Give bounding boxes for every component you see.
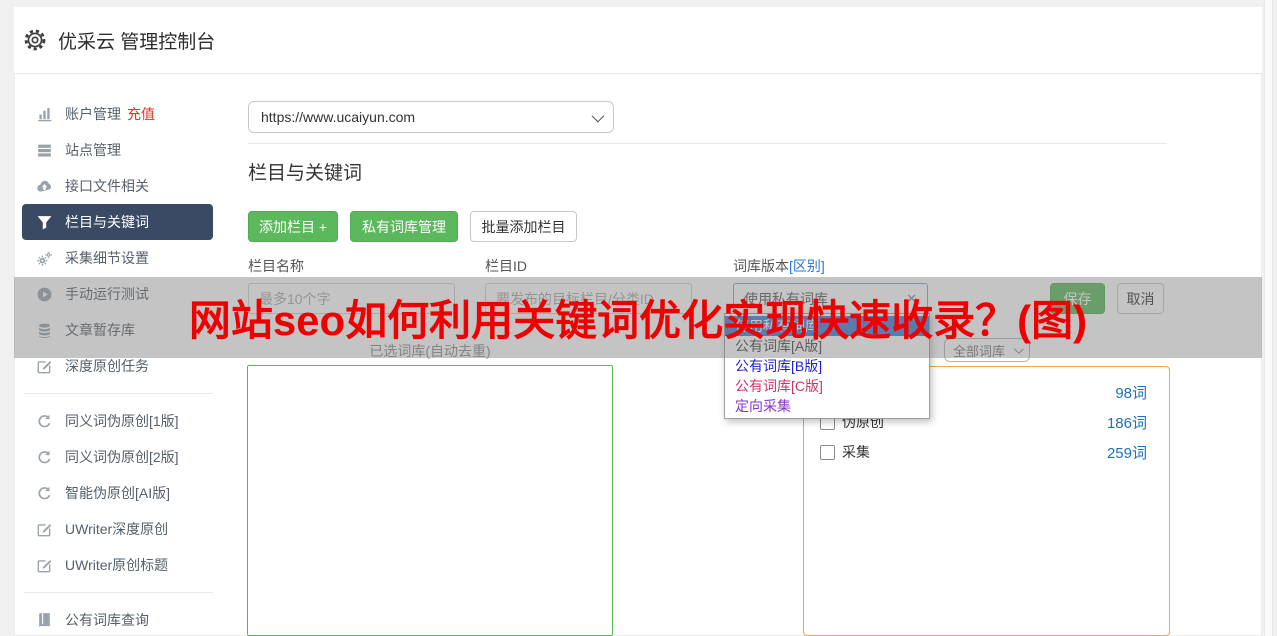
scrollbar[interactable] <box>1264 0 1273 636</box>
refresh-icon <box>36 449 53 466</box>
batch-add-button[interactable]: 批量添加栏目 <box>470 211 577 242</box>
page-right-edge <box>1262 0 1277 636</box>
sidebar-item-columns-keywords[interactable]: 栏目与关键词 <box>22 204 213 240</box>
chosen-thesaurus-box[interactable] <box>247 365 613 636</box>
sidebar-item-label: 接口文件相关 <box>65 178 149 194</box>
word-list-row: 采集 259词 <box>820 437 1147 467</box>
sidebar-item-ai-rewrite[interactable]: 智能伪原创[AI版] <box>22 475 213 511</box>
sidebar-item-label: 站点管理 <box>65 142 121 158</box>
word-count: 259词 <box>1106 444 1147 462</box>
sidebar: 账户管理 充值 站点管理 接口文件相关 栏目与关键词 采集细节设置 手动运行测试… <box>22 96 213 636</box>
recharge-link[interactable]: 充值 <box>127 104 155 124</box>
sidebar-item-interface-files[interactable]: 接口文件相关 <box>22 168 213 204</box>
server-icon <box>36 142 53 159</box>
column-id-label: 栏目ID <box>485 258 527 274</box>
sidebar-item-label: 账户管理 <box>65 106 121 122</box>
thesaurus-version-label: 词库版本[区别] <box>733 258 825 274</box>
sidebar-item-public-thesaurus[interactable]: 公有词库查询 <box>22 602 213 636</box>
checkbox[interactable] <box>820 444 835 460</box>
section-divider <box>248 143 1167 144</box>
sidebar-item-account[interactable]: 账户管理 充值 <box>22 96 213 132</box>
word-count: 98词 <box>1115 384 1147 402</box>
add-column-button[interactable]: 添加栏目 + <box>248 211 338 242</box>
sidebar-item-collect-settings[interactable]: 采集细节设置 <box>22 240 213 276</box>
bar-chart-icon <box>36 106 53 123</box>
app-title: 优采云 管理控制台 <box>58 31 216 53</box>
private-thesaurus-button[interactable]: 私有词库管理 <box>350 211 458 242</box>
sidebar-divider <box>24 393 213 394</box>
sidebar-divider <box>24 592 213 593</box>
word-row-label: 采集 <box>842 444 870 460</box>
sidebar-item-label: 深度原创任务 <box>65 358 149 374</box>
pencil-square-icon <box>36 521 53 538</box>
version-difference-link[interactable]: [区别] <box>789 258 825 274</box>
dropdown-option-public-b[interactable]: 公有词库[B版] <box>725 356 929 376</box>
sidebar-item-uwriter-deep[interactable]: UWriter深度原创 <box>22 511 213 547</box>
column-name-label: 栏目名称 <box>248 258 304 274</box>
chevron-down-icon <box>591 109 605 122</box>
sidebar-item-label: UWriter原创标题 <box>65 557 169 573</box>
pencil-square-icon <box>36 557 53 574</box>
sidebar-item-sites[interactable]: 站点管理 <box>22 132 213 168</box>
sidebar-item-label: 栏目与关键词 <box>65 214 149 230</box>
book-icon <box>36 612 53 629</box>
sidebar-item-label: 采集细节设置 <box>65 250 149 266</box>
site-select-value: https://www.ucaiyun.com <box>261 109 416 125</box>
sidebar-item-uwriter-title[interactable]: UWriter原创标题 <box>22 547 213 583</box>
sidebar-item-synonym-v1[interactable]: 同义词伪原创[1版] <box>22 403 213 439</box>
watermark-text: 网站seo如何利用关键词优化实现快速收录？(图) <box>188 297 1088 344</box>
word-count: 186词 <box>1106 414 1147 432</box>
dropdown-option-public-c[interactable]: 公有词库[C版] <box>725 376 929 396</box>
site-select[interactable]: https://www.ucaiyun.com <box>248 101 614 133</box>
sidebar-item-label: 同义词伪原创[1版] <box>65 413 179 429</box>
filter-icon <box>36 214 53 231</box>
gears-icon <box>36 250 53 267</box>
gear-icon <box>23 28 47 52</box>
sidebar-item-synonym-v2[interactable]: 同义词伪原创[2版] <box>22 439 213 475</box>
sidebar-item-label: 同义词伪原创[2版] <box>65 449 179 465</box>
refresh-icon <box>36 485 53 502</box>
refresh-icon <box>36 413 53 430</box>
watermark-overlay-band: 网站seo如何利用关键词优化实现快速收录？(图) <box>14 277 1262 358</box>
app-page: 优采云 管理控制台 账户管理 充值 站点管理 接口文件相关 栏目与关键词 采集细… <box>0 0 1277 636</box>
page-title: 栏目与关键词 <box>248 163 363 184</box>
sidebar-item-label: 公有词库查询 <box>65 612 149 628</box>
dropdown-option-directed-collect[interactable]: 定向采集 <box>725 396 929 416</box>
sidebar-item-label: UWriter深度原创 <box>65 521 169 537</box>
app-header: 优采云 管理控制台 <box>14 7 1262 74</box>
sidebar-item-label: 智能伪原创[AI版] <box>65 485 171 501</box>
pencil-square-icon <box>36 358 53 375</box>
cloud-upload-icon <box>36 178 53 195</box>
